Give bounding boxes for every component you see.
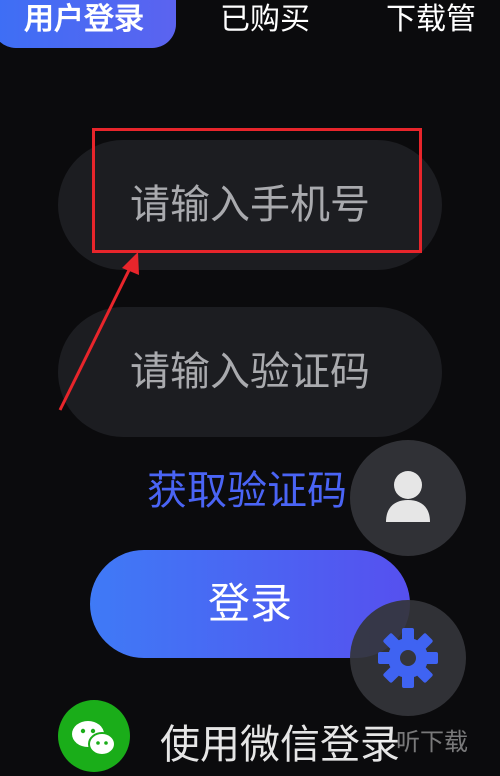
top-tab-bar: 用户登录 已购买 下载管 [0, 0, 500, 52]
verification-code-input[interactable]: 请输入验证码 [58, 307, 442, 437]
annotation-highlight-box [92, 128, 422, 253]
get-verification-code-link[interactable]: 获取验证码 [147, 458, 347, 516]
code-input-placeholder: 请输入验证码 [130, 349, 370, 395]
person-icon [386, 471, 430, 522]
wechat-icon [58, 700, 130, 772]
tab-downloads[interactable]: 下载管 [386, 0, 476, 48]
tab-purchased[interactable]: 已购买 [220, 0, 310, 48]
gear-icon [378, 628, 438, 688]
watermark-text: 一听下载 [372, 728, 468, 756]
tab-user-login[interactable]: 用户登录 [0, 0, 176, 48]
settings-floating-button[interactable] [350, 600, 466, 716]
profile-floating-button[interactable] [350, 440, 466, 556]
wechat-login-label: 使用微信登录 [160, 722, 400, 768]
